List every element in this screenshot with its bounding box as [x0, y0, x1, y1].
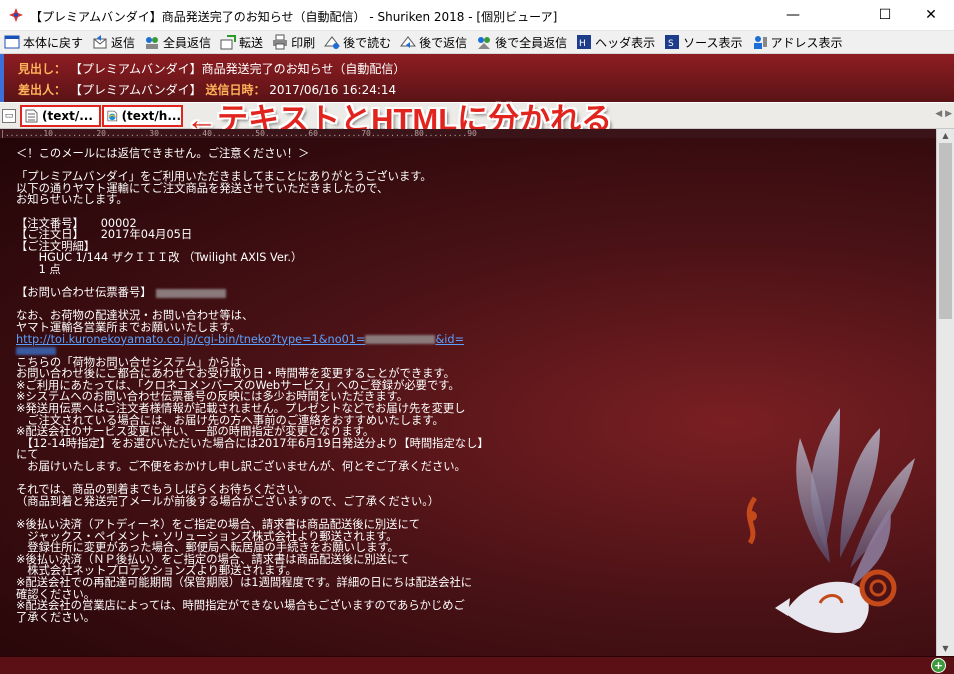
- toolbar-label: 印刷: [291, 35, 316, 50]
- tracking-link-tail[interactable]: &id=: [435, 333, 464, 346]
- subject-label: 見出し：: [18, 62, 67, 76]
- reply-later-button[interactable]: 後で返信: [396, 32, 472, 52]
- show-source-button[interactable]: S ソース表示: [660, 32, 747, 52]
- read-later-button[interactable]: 後で読む: [320, 32, 396, 52]
- header-icon: H: [577, 35, 592, 49]
- mail-text: ＜！このメールには返信できません。ご注意ください！＞ 「プレミアムバンダイ」をご利…: [16, 148, 516, 623]
- mail-line-text: （商品到着と発送完了メールが前後する場合がございますので、ご了承ください。）: [16, 494, 440, 508]
- svg-text:H: H: [579, 39, 586, 49]
- shuriken-app-icon[interactable]: [8, 7, 24, 23]
- vertical-scrollbar[interactable]: ▲ ▼: [936, 129, 954, 656]
- toolbar-label: 全員返信: [163, 35, 212, 50]
- redacted-tracking-number: [155, 288, 226, 298]
- sender-value[interactable]: 【プレミアムバンダイ】: [70, 83, 202, 97]
- maximize-icon: ☐: [878, 7, 892, 23]
- tab-text-plain[interactable]: (text/...: [20, 105, 101, 127]
- reply-all-button[interactable]: 全員返信: [140, 32, 216, 52]
- html-file-icon: [107, 110, 118, 122]
- back-to-main-button[interactable]: 本体に戻す: [0, 32, 88, 52]
- mail-line-text: 【12-14時指定】をお選びいただいた場合には2017年6月19日発送分より【時…: [16, 436, 489, 450]
- svg-text:S: S: [668, 39, 674, 49]
- print-button[interactable]: 印刷: [268, 32, 320, 52]
- toolbar-label: ソース表示: [683, 35, 743, 50]
- toolbar-label: 本体に戻す: [23, 35, 84, 50]
- text-file-icon: [25, 109, 38, 123]
- mail-line: 【12-14時指定】をお選びいただいた場合には2017年6月19日発送分より【時…: [16, 438, 516, 450]
- mail-line: （商品到着と発送完了メールが前後する場合がございますので、ご了承ください。）: [16, 496, 516, 508]
- status-plus-icon[interactable]: +: [931, 658, 946, 673]
- title-bar: 【プレミアムバンダイ】商品発送完了のお知らせ（自動配信） - Shuriken …: [0, 0, 954, 31]
- subject-value: 【プレミアムバンダイ】商品発送完了のお知らせ（自動配信）: [69, 62, 406, 76]
- toolbar-label: 後で返信: [419, 35, 468, 50]
- toolbar-label: 転送: [239, 35, 264, 50]
- forward-button[interactable]: 転送: [216, 32, 268, 52]
- printer-icon: [273, 34, 288, 50]
- toolbar-label: ヘッダ表示: [595, 35, 656, 50]
- scroll-up-icon[interactable]: ▲: [937, 129, 954, 143]
- subject-row: 見出し： 【プレミアムバンダイ】商品発送完了のお知らせ（自動配信）: [18, 60, 405, 77]
- mail-line: http://toi.kuronekoyamato.co.jp/cgi-bin/…: [16, 333, 516, 346]
- read-later-icon: [324, 36, 341, 49]
- window-icon: [4, 35, 20, 49]
- redacted-link-continuation: [16, 347, 56, 356]
- mail-line: HGUC 1/144 ザクＩＩＩ改 （Twilight AXIS Ver.）: [16, 252, 516, 264]
- toolbar-label: 後で全員返信: [495, 35, 568, 50]
- tracking-link[interactable]: http://toi.kuronekoyamato.co.jp/cgi-bin/…: [16, 333, 365, 346]
- mail-line: 【お問い合わせ伝票番号】: [16, 287, 516, 299]
- mail-line-text: ＜！このメールには返信できません。ご注意ください！＞: [16, 147, 310, 160]
- mail-line-text: 了承ください。: [16, 610, 96, 624]
- minimize-icon: —: [786, 7, 800, 23]
- reply-all-icon: [146, 37, 159, 49]
- tab-scroll-arrows[interactable]: ◀ ▶: [935, 109, 952, 119]
- reply-later-icon: [400, 36, 417, 48]
- show-address-button[interactable]: アドレス表示: [748, 32, 848, 52]
- window-title: 【プレミアムバンダイ】商品発送完了のお知らせ（自動配信） - Shuriken …: [30, 10, 558, 24]
- reply-icon: [93, 35, 107, 49]
- toolbar-label: 後で読む: [343, 35, 392, 50]
- tab-text-html[interactable]: (text/h...: [102, 105, 183, 127]
- source-icon: S: [665, 35, 680, 49]
- reply-button[interactable]: 返信: [88, 32, 140, 52]
- show-header-button[interactable]: H ヘッダ表示: [572, 32, 660, 52]
- toolbar-label: 返信: [111, 35, 136, 50]
- reply-all-later-icon: [478, 37, 491, 49]
- close-button[interactable]: ✕: [908, 0, 954, 30]
- mail-line: 1 点: [16, 264, 516, 276]
- close-icon: ✕: [925, 7, 937, 23]
- redacted-link-part: [365, 335, 436, 344]
- forward-icon: [220, 35, 237, 50]
- tab-menu-icon[interactable]: ▭: [2, 109, 16, 123]
- message-body: ＜！このメールには返信できません。ご注意ください！＞ 「プレミアムバンダイ」をご利…: [0, 138, 936, 656]
- toolbar-label: アドレス表示: [770, 35, 843, 50]
- reply-all-later-button[interactable]: 後で全員返信: [472, 32, 572, 52]
- mail-line: お届けいたします。ご不便をおかけし申し訳ございませんが、何とぞご了承ください。: [16, 461, 516, 473]
- mail-line-text: お届けいたします。ご不便をおかけし申し訳ございませんが、何とぞご了承ください。: [16, 460, 466, 474]
- maximize-button[interactable]: ☐: [862, 0, 908, 30]
- minimize-button[interactable]: —: [770, 0, 816, 30]
- mail-line-text: 1 点: [16, 262, 61, 276]
- sender-label: 差出人：: [18, 83, 67, 97]
- mail-line: ＜！このメールには返信できません。ご注意ください！＞: [16, 148, 516, 160]
- toolbar: 本体に戻す 返信 全員返信 転送 印刷 後で読む 後で返信 後で全員返信 H ヘ…: [0, 31, 954, 54]
- scroll-down-icon[interactable]: ▼: [937, 642, 954, 656]
- mail-line-text: お知らせいたします。: [16, 193, 128, 207]
- address-book-icon: [753, 36, 767, 49]
- tab-label: (text/h...: [121, 109, 181, 123]
- mail-line: お知らせいたします。: [16, 194, 516, 206]
- status-bar: +: [0, 656, 954, 674]
- scrollbar-thumb[interactable]: [939, 143, 952, 319]
- fox-illustration: [746, 408, 915, 633]
- tab-label: (text/...: [42, 109, 93, 123]
- mail-line-text: 【お問い合わせ伝票番号】: [16, 286, 152, 300]
- mail-line: 了承ください。: [16, 610, 516, 624]
- column-ruler: |........10.........20.........30.......…: [0, 129, 936, 138]
